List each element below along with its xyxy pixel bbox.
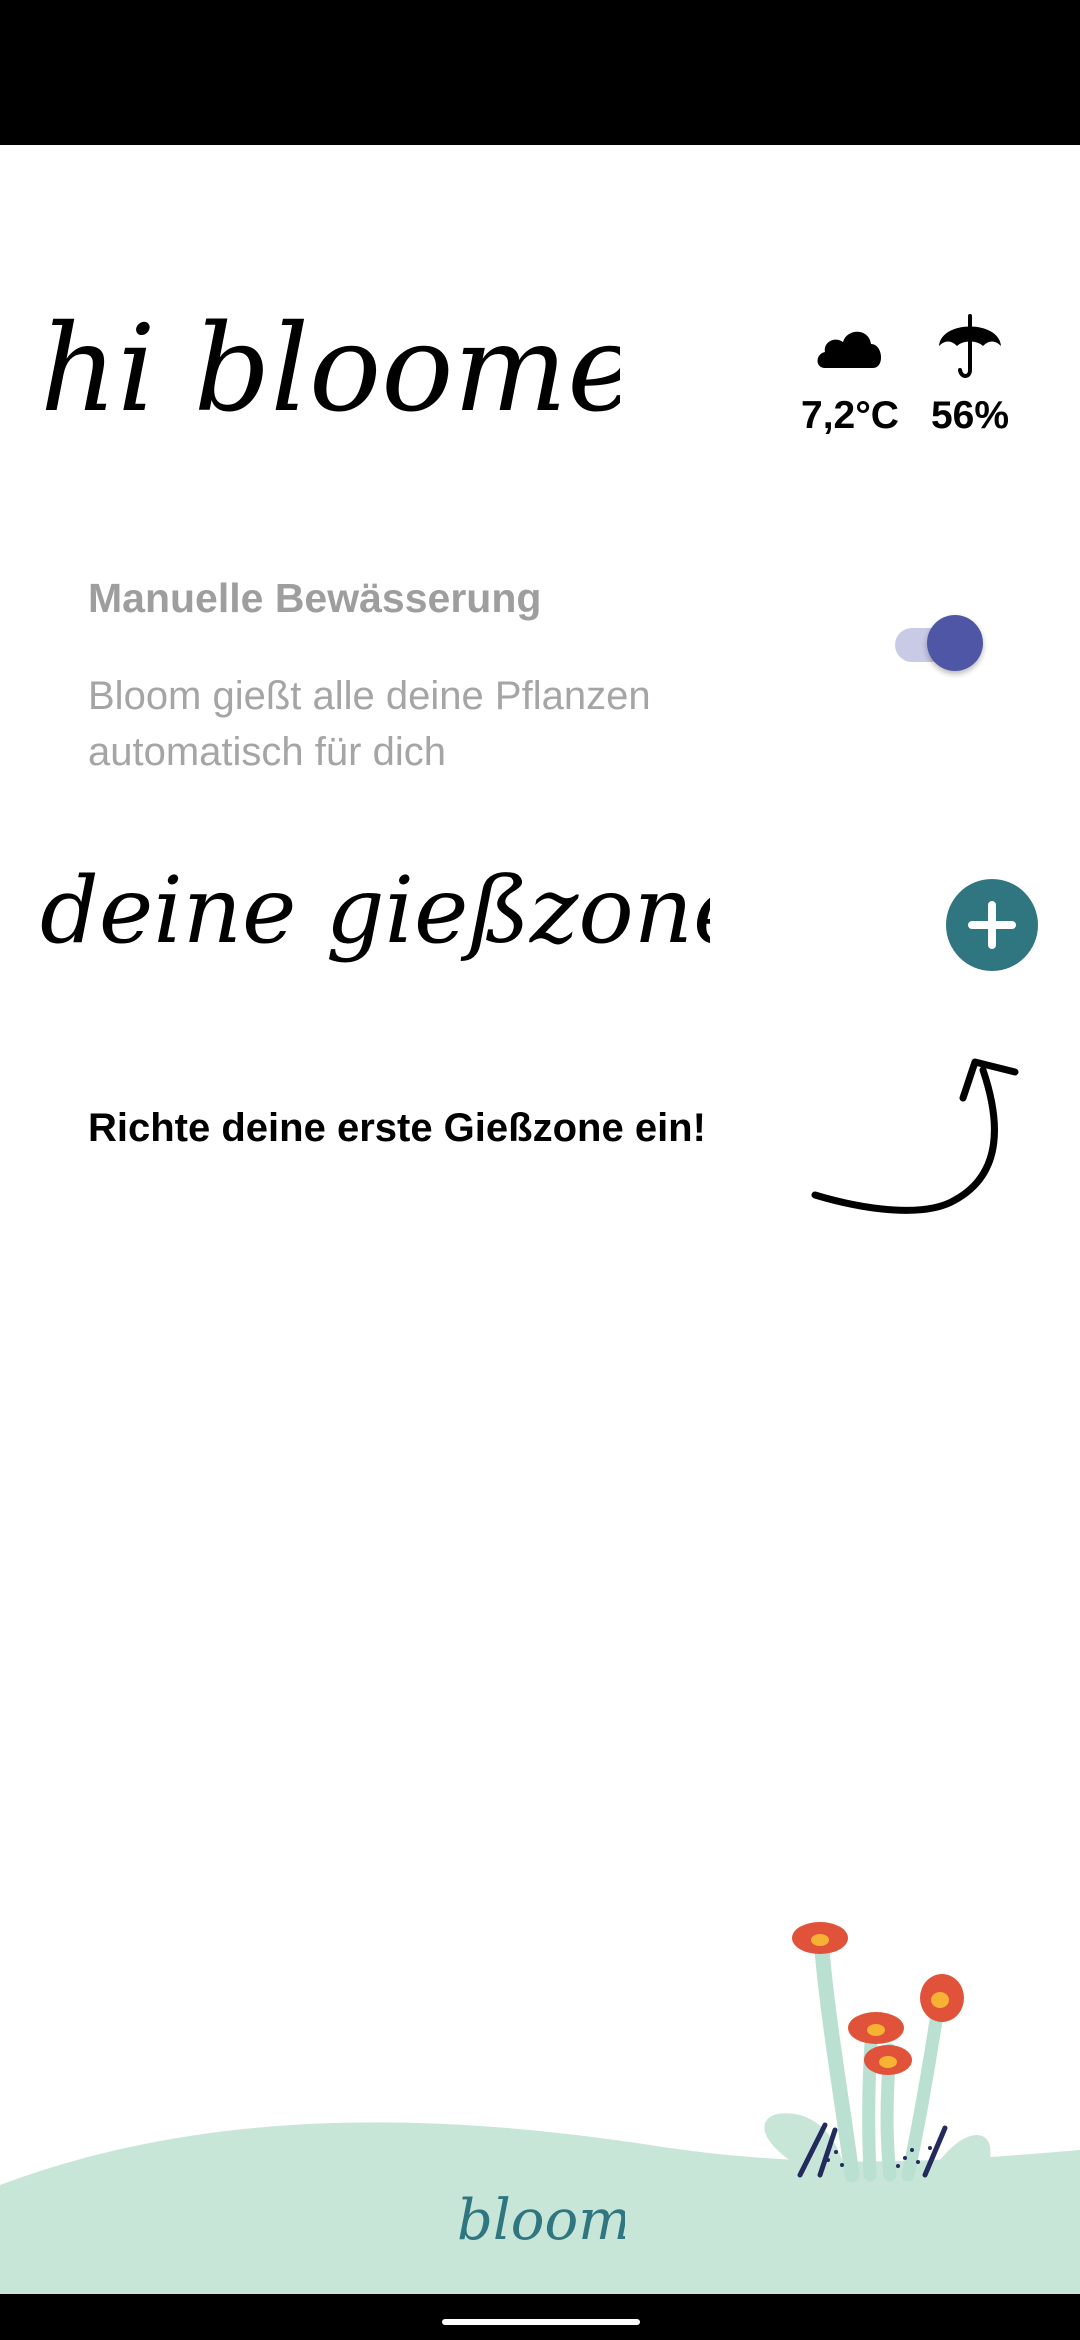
- bloom-logo-text: bloom: [457, 2188, 625, 2253]
- zones-handwriting: deine gießzonen: [40, 857, 807, 964]
- weather-temperature: 7,2°C: [790, 310, 910, 438]
- flower-3: [864, 2045, 912, 2075]
- cloud-icon: [817, 331, 882, 368]
- greeting-handwriting: hi bloomer: [40, 300, 702, 439]
- flower-2: [848, 2012, 904, 2044]
- flower-4: [920, 1974, 964, 2022]
- manual-watering-description: Bloom gießt alle deine Pflanzen automati…: [88, 674, 651, 774]
- greeting-text: hi bloomer: [40, 300, 620, 439]
- toggle-thumb: [927, 615, 983, 671]
- temperature-value: 7,2°C: [801, 394, 899, 437]
- rain-chance-value: 56%: [930, 394, 1010, 437]
- umbrella-icon: [939, 314, 1001, 378]
- plus-icon: [968, 901, 1016, 949]
- add-zone-button[interactable]: [946, 879, 1038, 971]
- navigation-bar: [0, 2294, 1080, 2340]
- manual-watering-title: Manuelle Bewässerung: [88, 575, 542, 621]
- zones-heading: deine gießzonen: [40, 850, 807, 1000]
- greeting-title: hi bloomer: [40, 300, 702, 440]
- bloom-logo: bloom: [457, 2188, 625, 2253]
- curved-arrow-icon: [811, 1058, 1019, 1214]
- empty-zones-hint: Richte deine erste Gießzone ein!: [88, 1106, 706, 1150]
- weather-rain-chance: 56%: [920, 310, 1020, 438]
- status-bar: [0, 0, 1080, 145]
- zones-heading-text: deine gießzonen: [40, 857, 710, 964]
- home-indicator[interactable]: [442, 2319, 640, 2325]
- flower-1: [792, 1922, 848, 1954]
- manual-watering-toggle[interactable]: [893, 612, 983, 672]
